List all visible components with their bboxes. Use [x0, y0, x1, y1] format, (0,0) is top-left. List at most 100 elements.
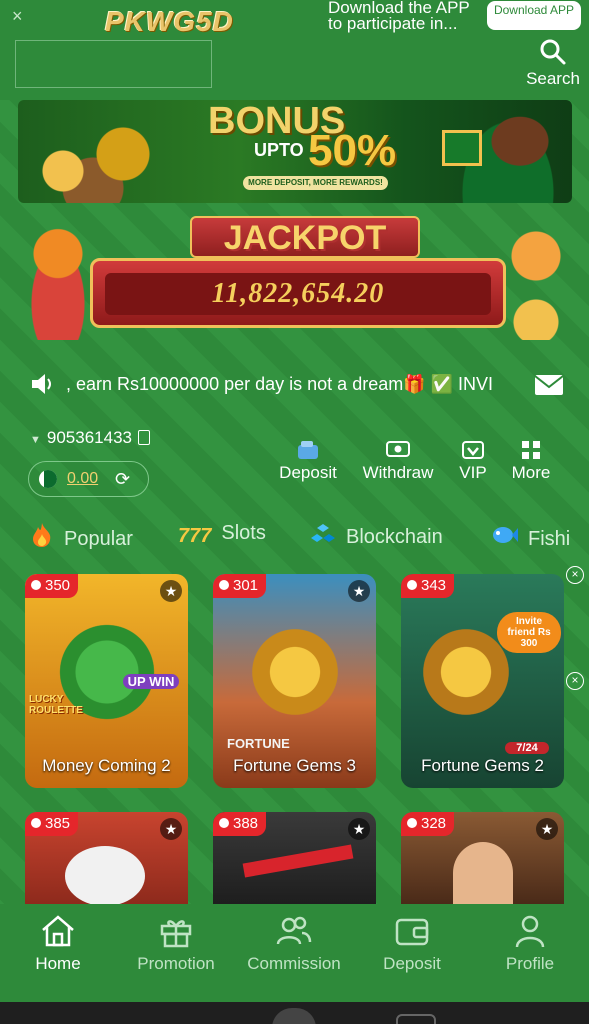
player-count-badge: 328 — [401, 812, 455, 836]
favorite-star-icon[interactable]: ★ — [160, 580, 182, 602]
grid-icon — [522, 441, 540, 459]
brand-logo: PKWG5D — [105, 6, 234, 37]
tab-fishing[interactable]: Fishi — [490, 522, 570, 554]
search-icon — [540, 39, 566, 65]
game-art — [244, 622, 345, 723]
game-card[interactable]: LUCKY ROULETTE UP WIN 350 ★ Money Coming… — [25, 574, 188, 788]
mail-icon[interactable] — [534, 374, 564, 396]
pakistan-flag-icon — [39, 470, 57, 488]
nav-deposit-label: Deposit — [383, 954, 441, 973]
header: × PKWG5D Download the APP to participate… — [0, 0, 589, 100]
more-action[interactable]: More — [510, 437, 552, 483]
fish-icon — [490, 522, 518, 554]
person-icon — [407, 580, 417, 590]
jackpot-bar: 11,822,654.20 — [90, 258, 506, 328]
home-page: × PKWG5D Download the APP to participate… — [0, 0, 589, 1024]
favorite-star-icon[interactable]: ★ — [160, 818, 182, 840]
dropdown-triangle-icon[interactable]: ▼ — [30, 434, 41, 446]
favorite-star-icon[interactable]: ★ — [348, 818, 370, 840]
tab-popular[interactable]: Popular — [30, 522, 133, 554]
balance-pill: 0.00 ⟳ — [28, 461, 149, 497]
invite-friend-tag: Invite friend Rs 300 — [497, 612, 561, 653]
time-tag: 7/24 — [505, 742, 549, 754]
download-prompt: Download the APP to participate in... — [328, 0, 470, 33]
account-id-row: ▼ 905361433 — [30, 428, 150, 448]
jackpot-title: JACKPOT — [190, 216, 420, 258]
nav-profile-label: Profile — [505, 954, 555, 973]
player-count: 301 — [233, 577, 259, 594]
atm-icon — [386, 441, 410, 457]
person-icon — [219, 580, 229, 590]
tab-blockchain-label: Blockchain — [346, 526, 443, 548]
download-app-button[interactable]: Download APP — [487, 1, 581, 30]
player-count-badge: 385 — [25, 812, 79, 836]
tab-popular-label: Popular — [64, 528, 133, 550]
marquee-text: , earn Rs10000000 per day is not a dream… — [66, 374, 494, 394]
game-card[interactable]: FORTUNE 301 ★ Fortune Gems 3 — [213, 574, 376, 788]
recents-button[interactable] — [396, 1014, 436, 1024]
game-card[interactable]: Invite friend Rs 300 7/24 343 Fortune Ge… — [401, 574, 564, 788]
treasure-chest-image — [18, 120, 168, 203]
nav-commission[interactable]: Commission — [239, 914, 349, 974]
nav-deposit[interactable]: Deposit — [357, 914, 467, 974]
vip-action[interactable]: VIP — [458, 437, 488, 483]
player-count: 385 — [45, 815, 71, 832]
close-ad-icon[interactable]: × — [566, 566, 584, 584]
player-count: 343 — [421, 577, 447, 594]
refresh-icon[interactable]: ⟳ — [115, 469, 130, 490]
tab-slots[interactable]: 777 Slots — [178, 522, 266, 548]
home-gesture-button[interactable] — [272, 1008, 316, 1024]
balance-value: 0.00 — [67, 470, 99, 487]
game-art — [242, 844, 354, 878]
more-label: More — [511, 463, 551, 482]
deposit-label: Deposit — [279, 463, 337, 482]
player-count-badge: 343 — [401, 574, 455, 598]
close-icon[interactable]: × — [12, 6, 23, 27]
profile-icon — [515, 915, 545, 948]
account-id: 905361433 — [46, 428, 132, 447]
tab-fishing-label: Fishi — [528, 528, 571, 550]
tiger-mascot-image — [18, 220, 98, 340]
bottom-nav: Home Promotion Commission Deposit Profil… — [0, 904, 589, 1002]
game-card[interactable]: 328 ★ — [401, 812, 564, 904]
quick-actions: Deposit Withdraw VIP More — [272, 437, 572, 493]
deposit-action[interactable]: Deposit — [278, 437, 338, 483]
tab-blockchain[interactable]: Blockchain — [310, 522, 443, 552]
bonus-upto: UPTO — [254, 140, 304, 160]
game-card[interactable]: 388 ★ — [213, 812, 376, 904]
up-win-tag: UP WIN — [123, 674, 179, 689]
search-label: Search — [526, 69, 580, 88]
close-ad-icon[interactable]: × — [566, 672, 584, 690]
nav-profile[interactable]: Profile — [475, 914, 585, 974]
favorite-star-icon[interactable]: ★ — [536, 818, 558, 840]
game-art — [453, 842, 513, 904]
nav-home[interactable]: Home — [3, 914, 113, 974]
header-placeholder-box — [15, 40, 212, 88]
fortune-tag: FORTUNE — [227, 736, 290, 751]
nav-promotion[interactable]: Promotion — [121, 914, 231, 974]
jackpot-amount: 11,822,654.20 — [105, 273, 491, 315]
game-card[interactable]: 385 ★ — [25, 812, 188, 904]
blockchain-icon — [310, 522, 336, 552]
tab-slots-label: Slots — [221, 522, 266, 544]
search-button[interactable]: Search — [523, 38, 583, 93]
mouse-mascot-image — [496, 220, 576, 340]
player-count: 350 — [45, 577, 71, 594]
person-icon — [219, 818, 229, 828]
system-nav-bar — [0, 1002, 589, 1024]
player-count-badge: 350 — [25, 574, 79, 598]
users-icon — [276, 916, 312, 945]
game-name: Fortune Gems 3 — [233, 756, 356, 775]
jackpot-banner: 11,822,654.20 JACKPOT — [18, 206, 576, 346]
player-count-badge: 301 — [213, 574, 267, 598]
notice-marquee[interactable]: , earn Rs10000000 per day is not a dream… — [0, 366, 589, 404]
withdraw-action[interactable]: Withdraw — [360, 437, 436, 483]
game-name: Money Coming 2 — [42, 756, 171, 775]
wallet-icon — [298, 441, 318, 459]
wallet-nav-icon — [395, 918, 429, 946]
nav-home-label: Home — [35, 954, 81, 973]
favorite-star-icon[interactable]: ★ — [348, 580, 370, 602]
bonus-percent: 50% — [308, 126, 397, 175]
bonus-banner[interactable]: BONUS UPTO 50% MORE DEPOSIT, MORE REWARD… — [18, 100, 572, 203]
copy-icon[interactable] — [137, 430, 150, 445]
